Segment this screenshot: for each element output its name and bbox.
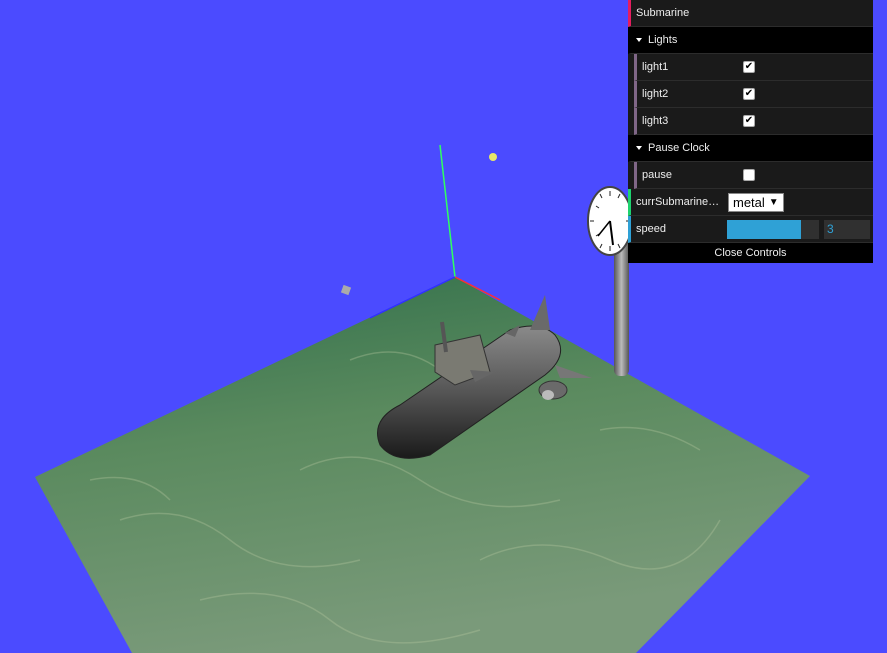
caret-down-icon bbox=[636, 38, 642, 43]
clock-pole bbox=[614, 240, 629, 376]
light-marker-2 bbox=[489, 153, 497, 161]
light-marker-1 bbox=[340, 284, 352, 296]
pause-checkbox[interactable] bbox=[743, 169, 755, 181]
speed-slider-fill bbox=[727, 219, 801, 239]
speed-label: speed bbox=[636, 223, 666, 235]
speed-input[interactable]: 3 bbox=[824, 219, 870, 239]
pause-label: pause bbox=[642, 169, 672, 181]
light2-row: light2 ✔ bbox=[634, 81, 873, 108]
light3-row: light3 ✔ bbox=[634, 108, 873, 135]
light1-checkbox[interactable]: ✔ bbox=[743, 61, 755, 73]
light1-row: light1 ✔ bbox=[634, 54, 873, 81]
appearance-select[interactable]: metal ▼ bbox=[728, 192, 784, 212]
gui-root-label: Submarine bbox=[636, 7, 690, 19]
axis-y bbox=[439, 144, 456, 278]
light3-checkbox[interactable]: ✔ bbox=[743, 115, 755, 127]
caret-down-icon bbox=[636, 146, 642, 151]
appearance-row: currSubmarineA… metal ▼ bbox=[628, 189, 873, 216]
gui-root-title[interactable]: Submarine bbox=[628, 0, 873, 27]
appearance-value: metal bbox=[733, 194, 765, 210]
light2-label: light2 bbox=[642, 88, 669, 100]
close-controls-button[interactable]: Close Controls bbox=[628, 243, 873, 263]
lights-folder-label: Lights bbox=[648, 34, 678, 46]
dropdown-arrow-icon: ▼ bbox=[768, 196, 779, 208]
light1-label: light1 bbox=[642, 61, 669, 73]
appearance-label: currSubmarineA… bbox=[636, 196, 726, 208]
controls-panel: Submarine Lights light1 ✔ light2 ✔ light… bbox=[628, 0, 873, 263]
light2-checkbox[interactable]: ✔ bbox=[743, 88, 755, 100]
pause-folder-label: Pause Clock bbox=[648, 142, 710, 154]
ocean-floor bbox=[35, 277, 810, 653]
pause-row: pause bbox=[634, 162, 873, 189]
light3-label: light3 bbox=[642, 115, 669, 127]
lights-folder-header[interactable]: Lights bbox=[628, 27, 873, 54]
speed-row: speed 3 bbox=[628, 216, 873, 243]
speed-slider[interactable] bbox=[727, 219, 819, 239]
pause-folder-header[interactable]: Pause Clock bbox=[628, 135, 873, 162]
